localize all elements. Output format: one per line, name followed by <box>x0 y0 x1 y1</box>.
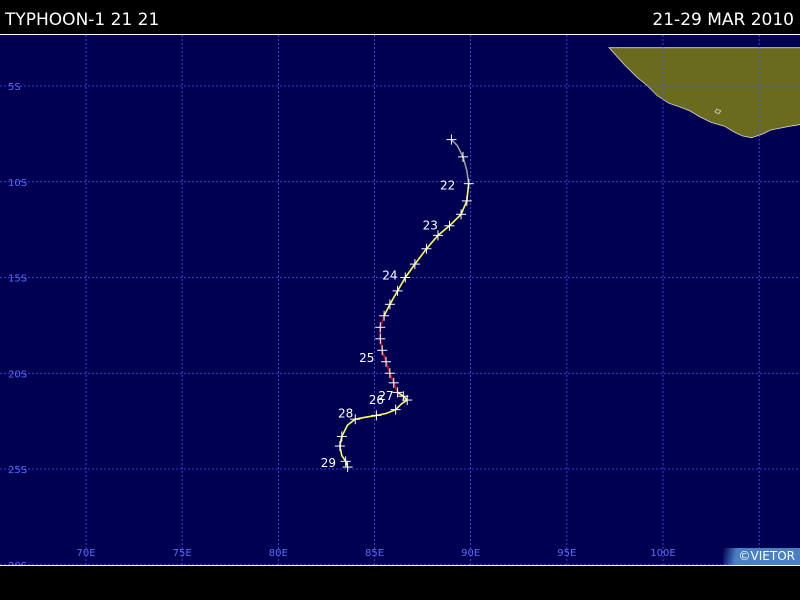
latitude-label: 20S <box>8 369 27 380</box>
latitude-label: 15S <box>8 274 27 285</box>
track-map: 70E75E80E85E90E95E100E105E5S10S15S20S25S… <box>0 34 800 566</box>
copyright-credit: ©VIETOR <box>722 548 800 565</box>
day-label: 28 <box>338 406 353 420</box>
latitude-label: 10S <box>8 178 27 189</box>
ocean-background <box>0 35 800 565</box>
longitude-label: 100E <box>650 548 675 559</box>
storm-title: TYPHOON-1 21 21 <box>5 10 160 30</box>
map-canvas: 70E75E80E85E90E95E100E105E5S10S15S20S25S… <box>0 35 800 565</box>
date-range: 21-29 MAR 2010 <box>652 10 794 30</box>
longitude-label: 85E <box>365 548 384 559</box>
longitude-label: 75E <box>173 548 192 559</box>
day-label: 22 <box>440 178 455 192</box>
latitude-label: 25S <box>8 465 27 476</box>
latitude-label: 5S <box>8 82 21 93</box>
longitude-label: 80E <box>269 548 288 559</box>
day-label: 24 <box>382 268 397 282</box>
longitude-label: 95E <box>557 548 576 559</box>
title-bar: TYPHOON-1 21 21 21-29 MAR 2010 <box>0 0 800 34</box>
longitude-label: 90E <box>461 548 480 559</box>
day-label: 29 <box>321 456 336 470</box>
bottom-bar <box>0 566 800 600</box>
day-label: 23 <box>423 219 438 233</box>
longitude-label: 70E <box>76 548 95 559</box>
day-label: 25 <box>359 351 374 365</box>
day-label: 27 <box>378 389 393 403</box>
